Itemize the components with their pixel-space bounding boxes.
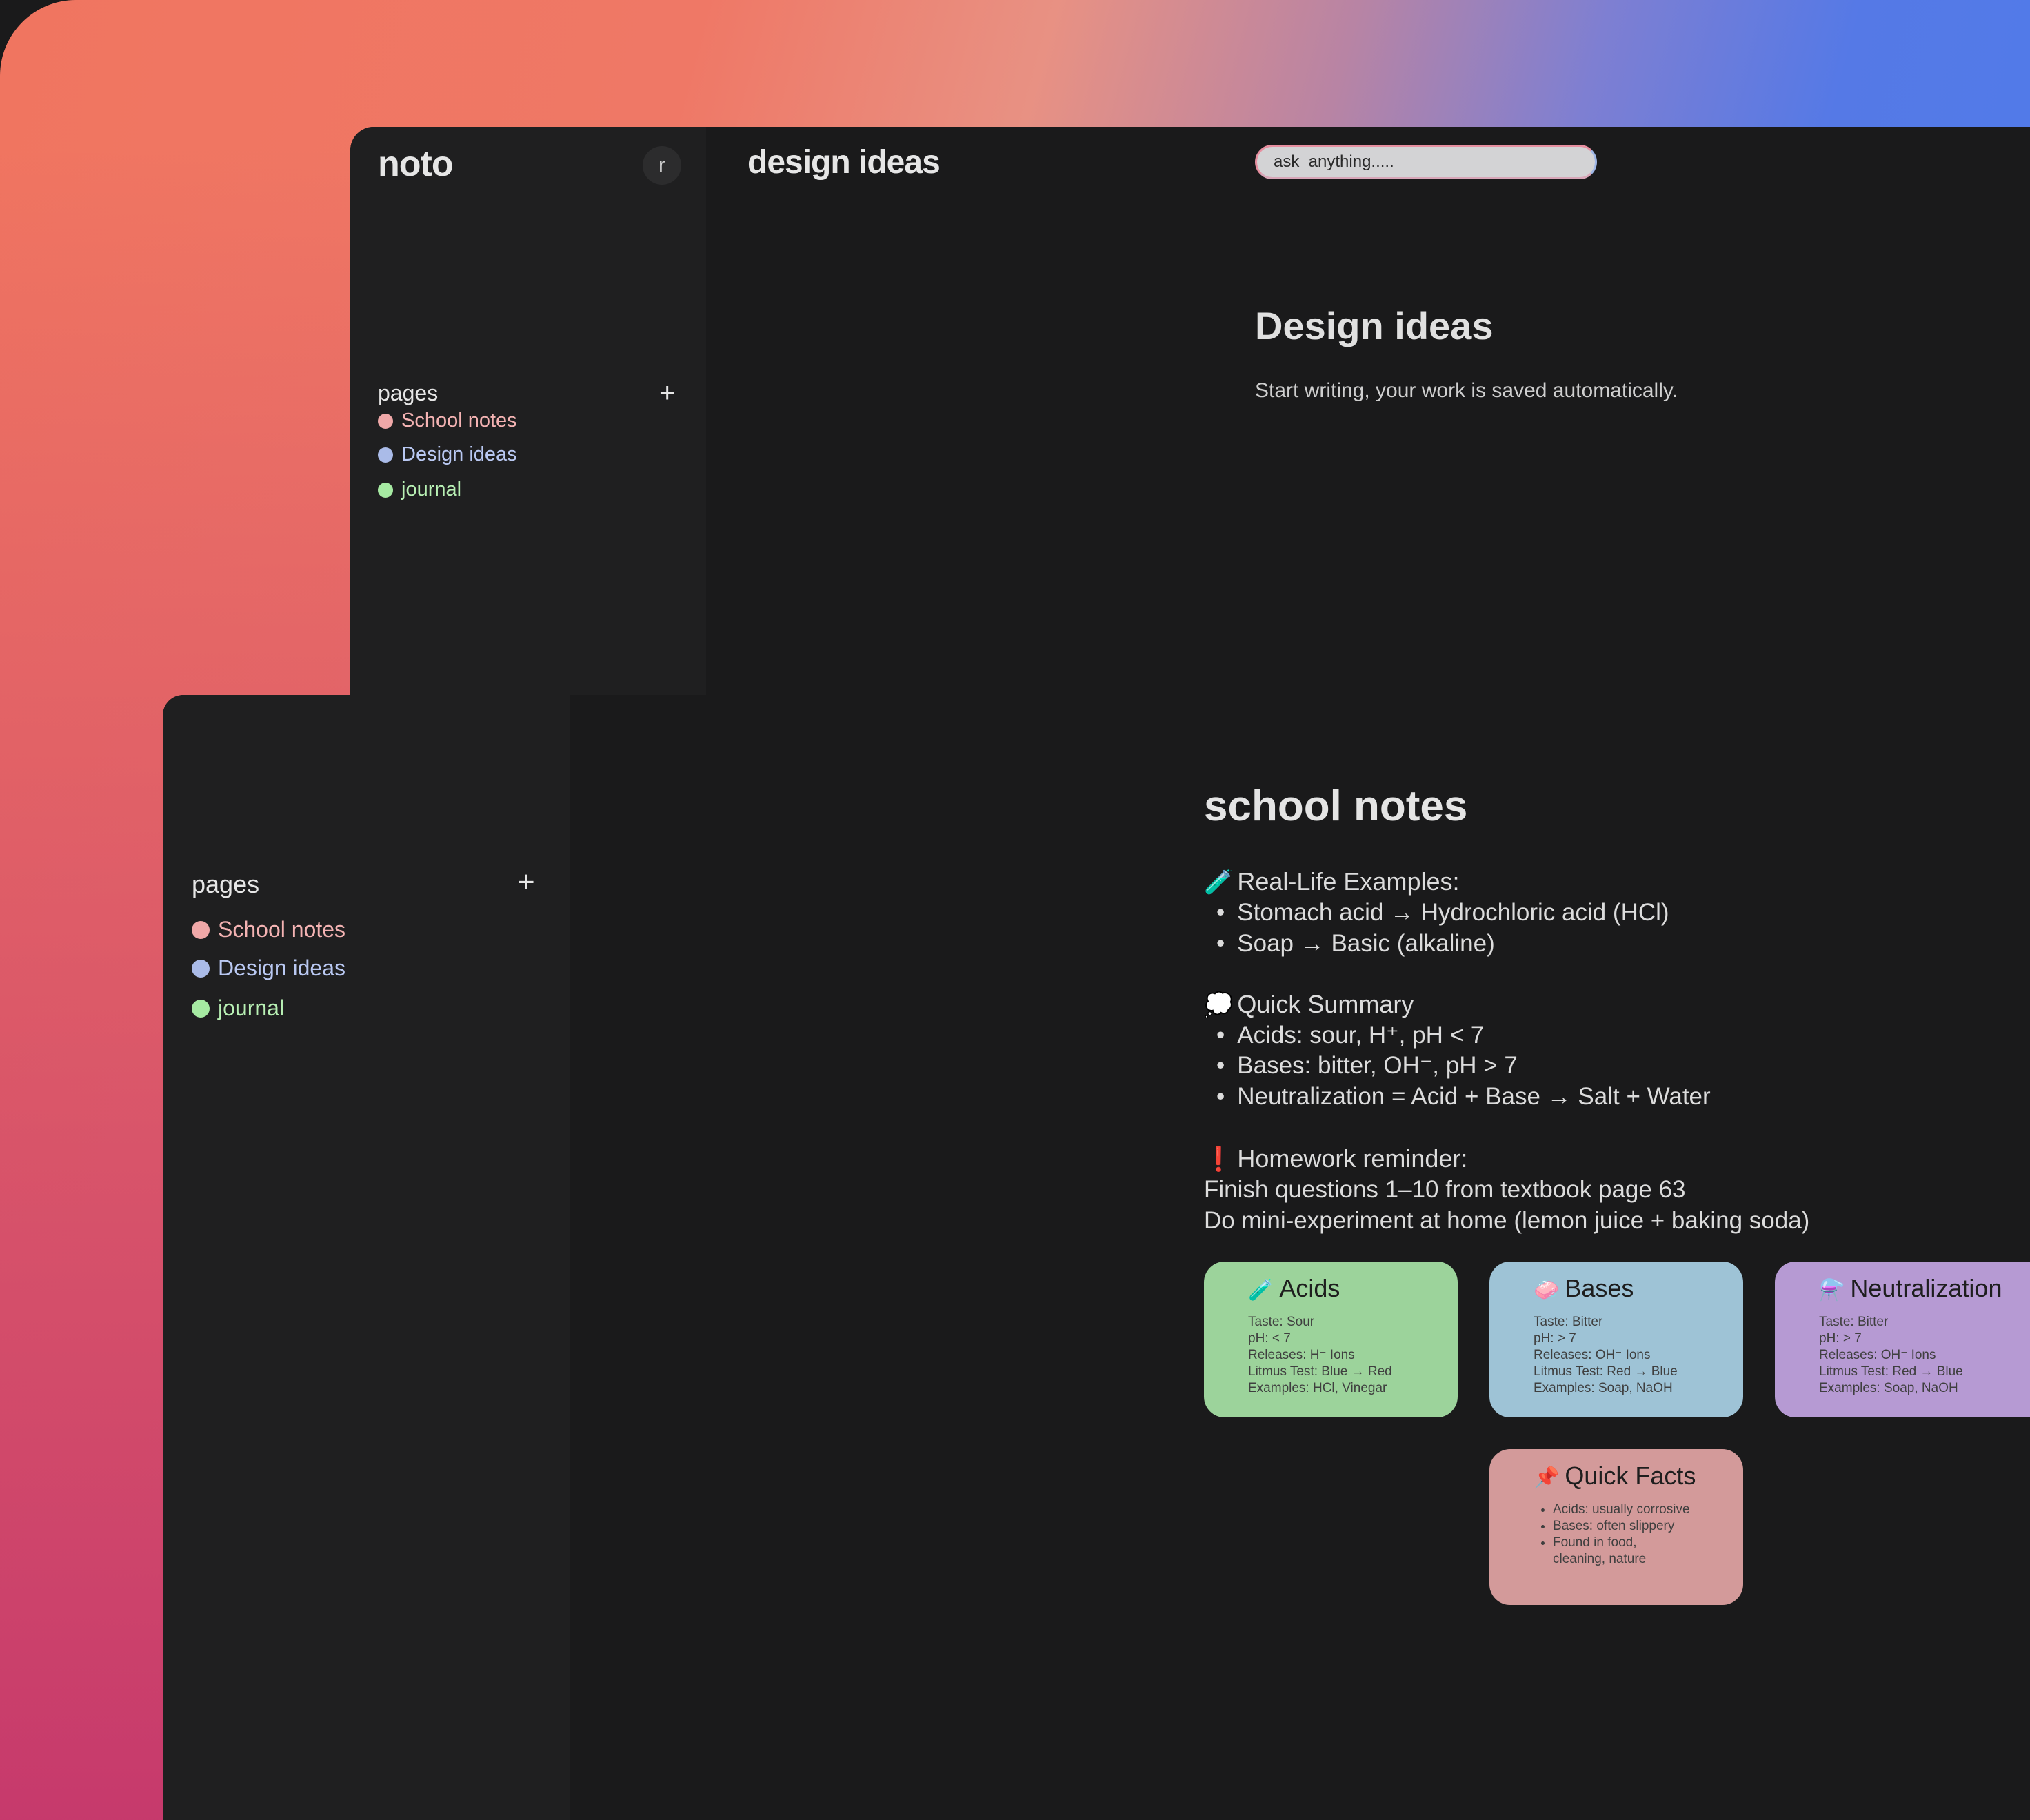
card-line: pH: > 7 [1819,1331,1862,1346]
test-tube-icon: 🧪 [1248,1279,1274,1302]
school-notes-window: pages + School notes Design ideas journa… [163,695,2030,1820]
page-title[interactable]: Design ideas [1255,303,1493,348]
sidebar: pages + School notes Design ideas journa… [163,695,570,1820]
sidebar-item-label: School notes [218,917,346,942]
section-heading-quick-summary: 💭 Quick Summary [1204,990,1414,1018]
pushpin-icon: 📌 [1534,1466,1560,1489]
page-color-dot [192,959,210,978]
page-color-dot [378,413,393,429]
card-line: Examples: HCl, Vinegar [1248,1381,1387,1395]
card-line: pH: < 7 [1248,1331,1291,1346]
page-color-dot [192,920,210,939]
cloud-icon: 💭 [1204,992,1234,1018]
sidebar-item-school-notes[interactable]: School notes [192,917,345,942]
page-color-dot [192,999,210,1018]
soap-icon: 🧼 [1534,1279,1560,1302]
sidebar-item-design-ideas[interactable]: Design ideas [378,443,517,466]
list-item: Neutralization = Acid + Base → Salt + Wa… [1216,1083,1710,1111]
card-line: pH: > 7 [1534,1331,1576,1346]
card-bases[interactable]: 🧼 Bases Taste: Bitter pH: > 7 Releases: O… [1489,1262,1743,1417]
search-input[interactable] [1255,145,1597,179]
card-line: Examples: Soap, NaOH [1819,1381,1958,1395]
sidebar-item-label: journal [218,995,285,1020]
list-item: Acids: sour, H⁺, pH < 7 [1216,1022,1484,1049]
card-title: Acids [1279,1274,1340,1302]
sidebar-item-journal[interactable]: journal [378,478,461,501]
page-color-dot [378,482,393,498]
list-item: Bases: bitter, OH⁻, pH > 7 [1216,1052,1518,1080]
avatar[interactable]: r [643,146,681,185]
text-line: Finish questions 1–10 from textbook page… [1204,1176,1686,1203]
card-line: Releases: OH⁻ Ions [1819,1348,1936,1362]
sidebar-item-label: School notes [401,410,517,432]
card-line: Taste: Bitter [1534,1315,1603,1329]
add-page-button[interactable]: + [517,867,535,898]
card-title: Quick Facts [1565,1462,1696,1490]
text-line: Do mini-experiment at home (lemon juice … [1204,1207,1810,1234]
card-line: Releases: H⁺ Ions [1248,1348,1355,1362]
sidebar-item-label: journal [401,478,462,501]
page-placeholder-text[interactable]: Start writing, your work is saved automa… [1255,379,1678,403]
list-item: Found in food, cleaning, nature [1553,1535,1691,1568]
section-heading-homework-reminder: ❗ Homework reminder: [1204,1144,1468,1173]
page-color-dot [378,447,393,463]
app-logo: noto [378,144,454,184]
card-title: Bases [1565,1274,1634,1302]
flask-icon: ⚗️ [1819,1279,1845,1302]
sidebar-item-label: Design ideas [218,956,345,980]
sidebar-item-design-ideas[interactable]: Design ideas [192,956,345,981]
card-line: Taste: Bitter [1819,1315,1889,1329]
list-item: Bases: often slippery [1553,1518,1691,1535]
card-line: Litmus Test: Blue → Red [1248,1364,1392,1379]
card-bullet-list: Acids: usually corrosive Bases: often sl… [1534,1502,1743,1568]
document-header: design ideas [747,144,941,181]
card-title: Neutralization [1850,1274,2002,1302]
sidebar-item-label: Design ideas [401,443,517,465]
sidebar-item-journal[interactable]: journal [192,995,284,1021]
exclamation-icon: ❗ [1204,1146,1234,1173]
test-tube-icon: 🧪 [1204,869,1234,896]
section-heading-real-life-examples: 🧪 Real-Life Examples: [1204,867,1460,896]
card-acids[interactable]: 🧪 Acids Taste: Sour pH: < 7 Releases: H⁺ … [1204,1262,1458,1417]
sidebar-item-school-notes[interactable]: School notes [378,410,517,432]
card-quick-facts[interactable]: 📌Quick Facts Acids: usually corrosive Ba… [1489,1449,1743,1605]
pages-label: pages [378,381,439,405]
card-line: Litmus Test: Red → Blue [1534,1364,1678,1379]
list-item: Acids: usually corrosive [1553,1502,1691,1518]
card-line: Releases: OH⁻ Ions [1534,1348,1651,1362]
card-neutralization[interactable]: ⚗️ Neutralization Taste: Bitter pH: > 7 R… [1775,1262,2030,1417]
card-line: Litmus Test: Red → Blue [1819,1364,1963,1379]
list-item: Soap → Basic (alkaline) [1216,930,1495,958]
list-item: Stomach acid → Hydrochloric acid (HCl) [1216,899,1669,927]
pages-label: pages [192,870,260,898]
add-page-button[interactable]: + [659,379,675,407]
page-title[interactable]: school notes [1204,782,1467,831]
card-line: Examples: Soap, NaOH [1534,1381,1673,1395]
card-line: Taste: Sour [1248,1315,1315,1329]
